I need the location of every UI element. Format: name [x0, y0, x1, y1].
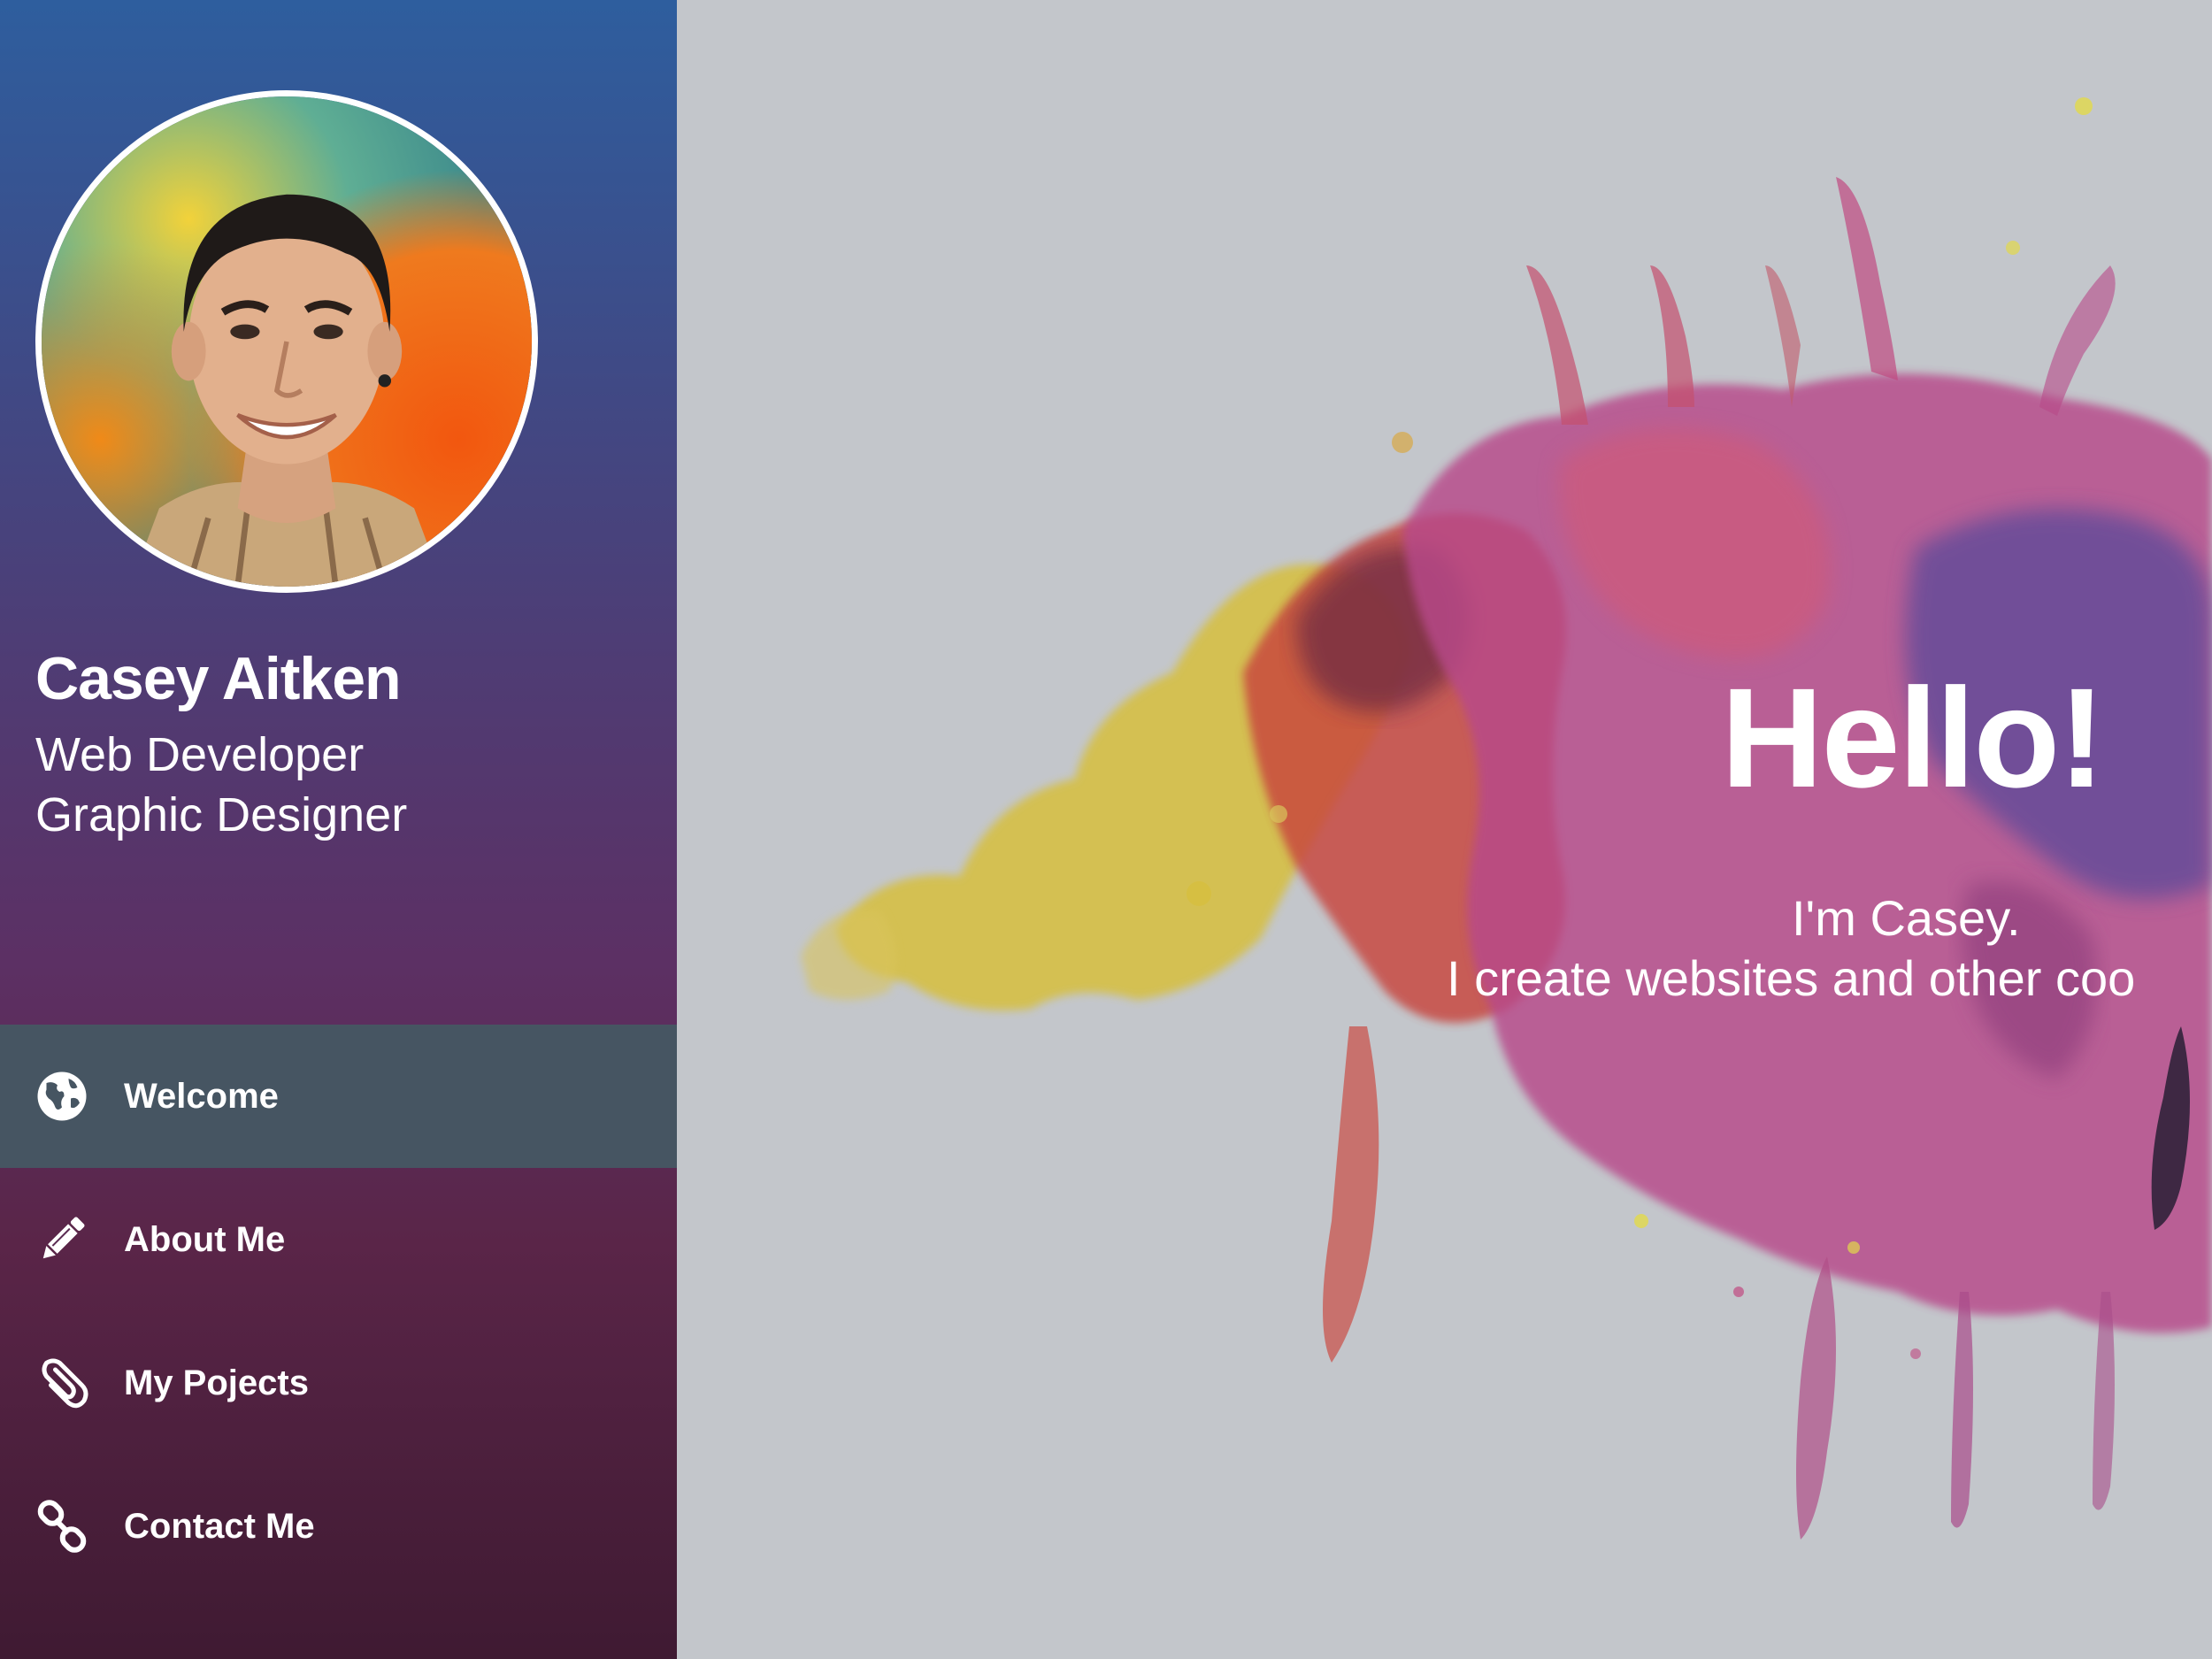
avatar-photo [42, 96, 532, 587]
hero-title: Hello! [1721, 658, 2105, 817]
sidebar: Casey Aitken Web Developer Graphic Desig… [0, 0, 677, 1659]
pencil-icon [35, 1213, 88, 1266]
main-content: Hello! I'm Casey. I create websites and … [677, 0, 2212, 1659]
nav-label-my-projects: My Pojects [124, 1363, 309, 1402]
nav-item-welcome[interactable]: Welcome [0, 1025, 677, 1168]
sidebar-nav: Welcome About Me My Pojects Contact Me [0, 1025, 677, 1598]
avatar [35, 90, 538, 593]
profile-name: Casey Aitken [35, 645, 402, 712]
globe-icon [35, 1070, 88, 1123]
chain-link-icon [35, 1500, 88, 1553]
page: Casey Aitken Web Developer Graphic Desig… [0, 0, 2212, 1659]
nav-label-welcome: Welcome [124, 1076, 279, 1116]
nav-item-my-projects[interactable]: My Pojects [0, 1311, 677, 1455]
nav-item-about-me[interactable]: About Me [0, 1168, 677, 1311]
hero-tagline: I create websites and other coo [1447, 950, 2136, 1006]
nav-label-contact-me: Contact Me [124, 1506, 315, 1546]
watercolor-splash [801, 97, 2212, 1540]
hero-intro-line: I'm Casey. [1792, 890, 2021, 946]
nav-item-contact-me[interactable]: Contact Me [0, 1455, 677, 1598]
paperclip-icon [35, 1356, 88, 1409]
nav-label-about-me: About Me [124, 1219, 286, 1259]
profile-role-web-developer: Web Developer [35, 728, 365, 781]
profile-role-graphic-designer: Graphic Designer [35, 788, 408, 841]
